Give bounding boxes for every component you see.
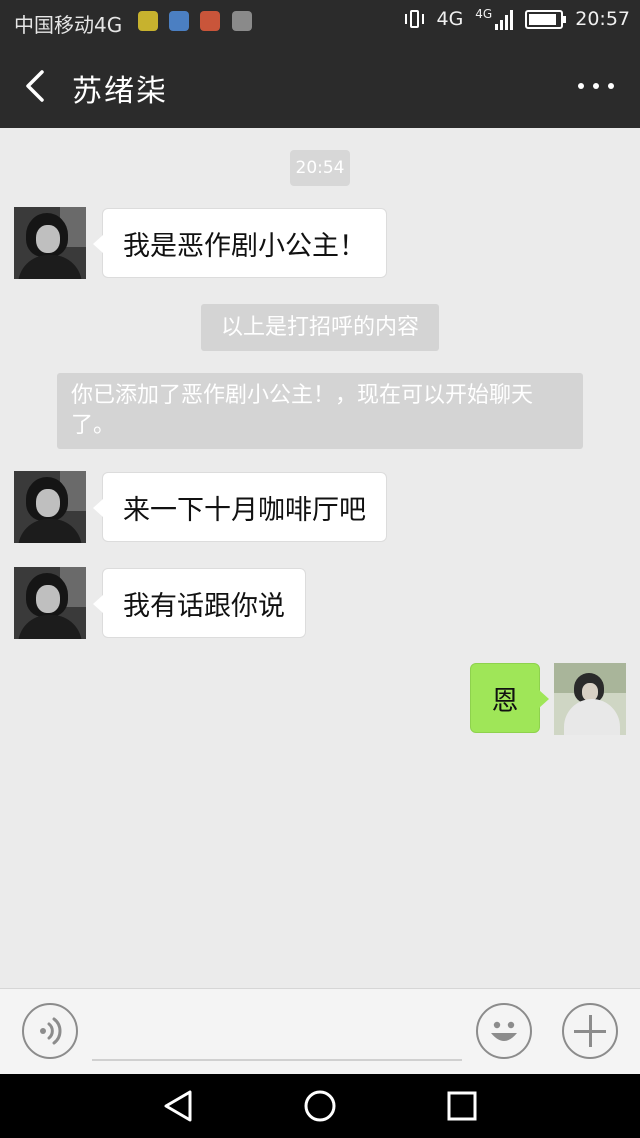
status-bar: 中国移动4G 4G 4G 20:57 [0,0,640,44]
my-message-bubble[interactable]: 恩 [470,663,549,733]
chat-header: 苏绪柒 [0,44,640,128]
message-text: 来一下十月咖啡厅吧 [123,494,366,526]
vibrate-icon [404,8,425,30]
back-triangle-icon[interactable] [158,1088,198,1124]
battery-icon [525,9,567,29]
sprout-app-icon [138,11,158,31]
system-notice: 以上是打招呼的内容 [201,304,439,351]
voice-button[interactable] [22,1003,78,1059]
red-app-icon [200,11,220,31]
message-bubble[interactable]: 我是恶作剧小公主！ [93,208,387,278]
avatar[interactable] [14,471,86,543]
plus-button[interactable] [562,1003,618,1059]
message-text: 我是恶作剧小公主！ [123,230,366,262]
my-avatar[interactable] [554,663,626,735]
system-notice-text: 你已添加了恶作剧小公主！，现在可以开始聊天了。 [71,383,534,438]
message-bubble[interactable]: 来一下十月咖啡厅吧 [93,472,387,542]
battery-level [529,13,556,25]
input-bar [0,988,640,1074]
home-circle-icon[interactable] [300,1088,340,1124]
gallery-app-icon [232,11,252,31]
clock: 20:57 [575,8,630,30]
message-input[interactable] [92,1059,462,1061]
emoji-icon [491,1021,517,1041]
chevron-left-icon[interactable] [22,68,52,104]
timestamp: 20:54 [290,150,350,186]
voice-icon [40,1017,62,1045]
carrier-label: 中国移动4G [14,13,123,37]
avatar[interactable] [14,207,86,279]
message-text: 恩 [491,685,519,717]
blue-app-icon [169,11,189,31]
more-dots-icon[interactable] [578,76,618,96]
system-notice: 你已添加了恶作剧小公主！，现在可以开始聊天了。 [57,373,583,449]
message-text: 我有话跟你说 [123,590,285,622]
avatar[interactable] [14,567,86,639]
system-notice-text: 以上是打招呼的内容 [220,314,419,340]
recents-square-icon[interactable] [442,1088,482,1124]
system-nav-bar [0,1074,640,1138]
network-type: 4G [436,8,464,30]
emoji-button[interactable] [476,1003,532,1059]
signal-icon [495,8,514,30]
chat-title: 苏绪柒 [72,74,168,109]
network-type-2: 4G [475,7,493,21]
message-bubble[interactable]: 我有话跟你说 [93,568,306,638]
